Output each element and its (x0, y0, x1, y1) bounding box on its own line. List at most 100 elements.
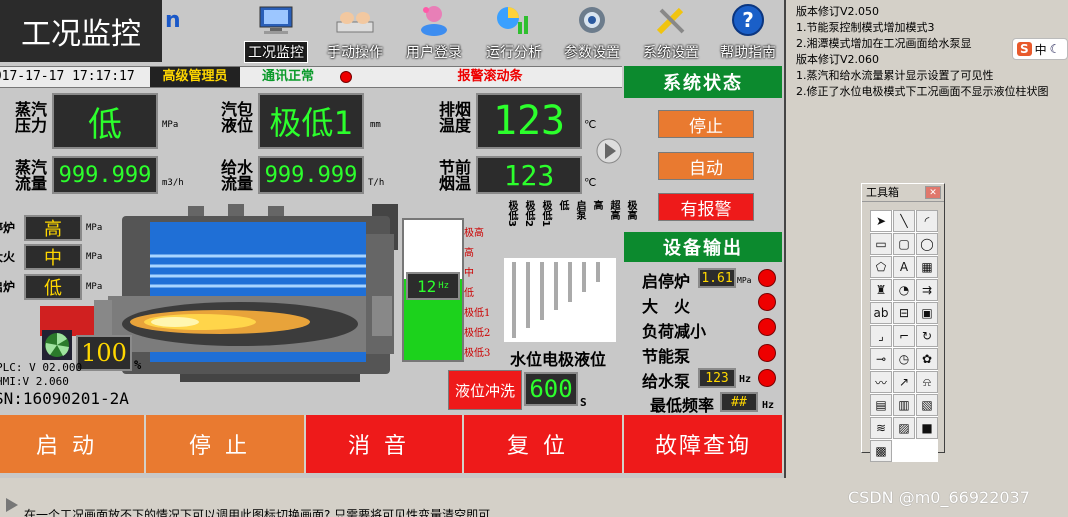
silence-button[interactable]: 消音 (306, 415, 464, 473)
text-icon[interactable]: A (893, 256, 915, 278)
electrode-panel: 极低3 极低2 极低1 低 启泵 高 超高 极高 (500, 200, 636, 342)
high-fire-indicator (758, 293, 776, 311)
reset-button[interactable]: 复位 (464, 415, 624, 473)
pipe-icon[interactable]: ⊸ (870, 348, 892, 370)
nav-analysis[interactable]: 运行分析 (478, 0, 550, 62)
fan-percent-unit: % (134, 358, 142, 372)
line-icon[interactable]: ╲ (893, 210, 915, 232)
drum-level-label: 汽包液位 (220, 100, 253, 135)
svg-text:?: ? (742, 8, 754, 32)
moon-icon: ☾ (1049, 42, 1061, 56)
comm-status: 通讯正常 (261, 69, 314, 84)
slider-icon[interactable]: ⊟ (893, 302, 915, 324)
bitmap-icon[interactable]: ▦ (916, 256, 938, 278)
flush-time-display: 600 (524, 372, 578, 406)
watermark: CSDN @m0_66922037 (848, 488, 1030, 507)
steam-flow-display: 999.999 (52, 156, 158, 194)
fan-percent-display: 100 (76, 335, 132, 371)
rounded-rect-icon[interactable]: ▢ (893, 233, 915, 255)
fan-icon (42, 330, 72, 360)
frequency-display: 12 Hz (406, 272, 460, 300)
ime-toolbar[interactable]: S 中 ☾ (1012, 38, 1068, 60)
steam-pressure-unit: MPa (162, 120, 179, 130)
pre-econ-temp-unit: ℃ (584, 176, 597, 189)
toolbox-window: 工具箱 ✕ ➤ ╲ ◜ ▭ ▢ ◯ ⬠ A ▦ ♜ ◔ ⇉ ab ⊟ ▣ ⌟ ⌐ ↻ ⊸ ◷ ✿ 〰 ↗ ⍾ ▤ ▥ ▧ ≋ ▨ ■ ▩ (861, 183, 945, 462)
table-icon[interactable]: ▤ (870, 394, 892, 416)
nav-monitor[interactable]: 工况监控 (240, 0, 312, 63)
tools-icon (651, 2, 691, 38)
footer-hint: 在一个工况画面放不下的情况下可以调用此图标切换画面? 只需要将可见性变量清空即可 (24, 508, 491, 517)
min-freq-value: ## (720, 392, 758, 412)
drum-level-unit: mm (370, 120, 381, 130)
flow-icon[interactable]: ⇉ (916, 279, 938, 301)
trend-icon[interactable]: 〰 (870, 371, 892, 393)
recipe-icon[interactable]: ▨ (893, 417, 915, 439)
plc-version: PLC: V 02.000 (0, 361, 83, 374)
alarm-scroll: 报警滚动条 (457, 69, 523, 84)
start-button[interactable]: 启动 (0, 415, 146, 473)
fault-query-button[interactable]: 故障查询 (624, 415, 784, 473)
feed-pump-value: 123 (698, 368, 736, 388)
led-icon[interactable]: ■ (916, 417, 938, 439)
system-state-button[interactable]: 停止 (658, 110, 754, 138)
nav-system-settings[interactable]: 系统设置 (636, 0, 706, 62)
polygon-icon[interactable]: ⬠ (870, 256, 892, 278)
electrode-headers: 极低3 极低2 极低1 低 启泵 高 超高 极高 (506, 200, 636, 227)
feed-flow-unit: T/h (368, 178, 385, 188)
color-icon[interactable]: ✿ (916, 348, 938, 370)
history-icon[interactable]: ≋ (870, 417, 892, 439)
nav-parameters[interactable]: 参数设置 (556, 0, 628, 62)
corner-icon[interactable]: ⌟ (870, 325, 892, 347)
clock-icon[interactable]: ◷ (893, 348, 915, 370)
ellipse-icon[interactable]: ◯ (916, 233, 938, 255)
nav-manual-operation[interactable]: 手动操作 (320, 0, 390, 62)
button-icon[interactable]: ▣ (916, 302, 938, 324)
help-icon: ? (728, 2, 768, 38)
pre-econ-temp-label: 节前烟温 (438, 158, 471, 193)
logo-fragment: n (165, 8, 181, 33)
stop-button[interactable]: 停止 (146, 415, 306, 473)
system-alarm-button[interactable]: 有报警 (658, 193, 754, 221)
chart-icon (494, 2, 534, 38)
nav-user-login[interactable]: 用户登录 (398, 0, 470, 62)
user-icon (414, 2, 454, 38)
level-flush-button[interactable]: 液位冲洗 (448, 370, 522, 410)
comm-indicator (340, 71, 352, 83)
picture-icon[interactable]: ▩ (870, 440, 892, 462)
rect-icon[interactable]: ▭ (870, 233, 892, 255)
arc-icon[interactable]: ◜ (916, 210, 938, 232)
xy-trend-icon[interactable]: ↗ (893, 371, 915, 393)
sogou-logo-icon: S (1017, 42, 1032, 56)
arrow-icon[interactable]: ➤ (870, 210, 892, 232)
ime-lang: 中 (1034, 42, 1047, 57)
min-freq-label: 最低频率 (650, 396, 715, 415)
load-reduce-indicator (758, 318, 776, 336)
system-mode-button[interactable]: 自动 (658, 152, 754, 180)
steam-flow-label: 蒸汽流量 (14, 158, 47, 193)
serial-number: SN:16090201-2A (0, 389, 129, 408)
stack-icon[interactable]: ▧ (916, 394, 938, 416)
hmi-panel: 工况监控 n 工况监控 手动操作 用户登录 运行分析 参数设置 系统设置 ? 帮… (0, 0, 786, 478)
nav-help[interactable]: ? 帮助指南 (712, 0, 784, 62)
flush-time-unit: S (580, 396, 587, 409)
gauge-icon[interactable]: ◔ (893, 279, 915, 301)
feed-pump-indicator (758, 369, 776, 387)
input-box-icon[interactable]: ab (870, 302, 892, 324)
status-bar: 2017-17-17 17:17:17 高级管理员 通讯正常 报警滚动条 (0, 66, 622, 88)
report-icon[interactable]: ▥ (893, 394, 915, 416)
close-icon[interactable]: ✕ (925, 186, 941, 199)
info-icon (2, 496, 20, 514)
exhaust-temp-label: 排烟温度 (438, 100, 471, 135)
spiral-icon[interactable]: ↻ (916, 325, 938, 347)
symbol-icon[interactable]: ♜ (870, 279, 892, 301)
device-output-header: 设备输出 (624, 232, 782, 262)
electrode-title: 水位电极液位 (510, 350, 607, 369)
alarm-bell-icon[interactable]: ⍾ (916, 371, 938, 393)
page-switch-arrow-icon[interactable] (596, 136, 622, 166)
exhaust-temp-unit: ℃ (584, 118, 597, 131)
datetime: 2017-17-17 17:17:17 (0, 69, 135, 84)
start-stop-indicator (758, 269, 776, 287)
steam-pressure-label: 蒸汽压力 (14, 100, 47, 135)
step-line-icon[interactable]: ⌐ (893, 325, 915, 347)
exhaust-temp-display: 123 (476, 93, 582, 149)
